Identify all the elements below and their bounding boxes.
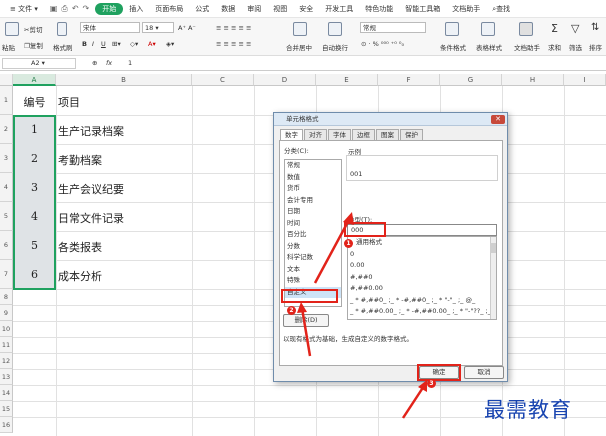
arrow-to-ok-button — [401, 380, 427, 419]
arrow-to-custom-category — [297, 302, 312, 357]
arrow-to-type-input — [313, 212, 354, 284]
watermark-text: 最需教育 — [484, 398, 572, 422]
annotation-arrows — [297, 212, 427, 419]
